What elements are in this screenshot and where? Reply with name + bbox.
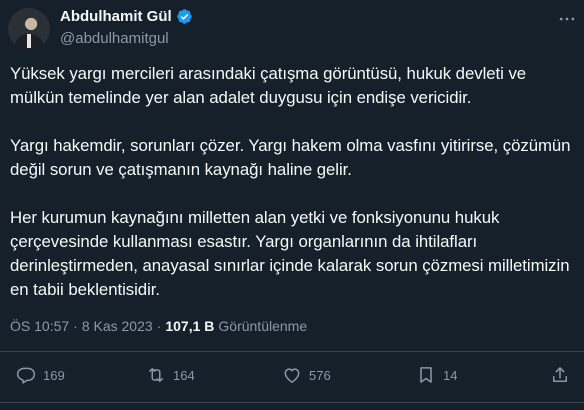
retweet-button[interactable]: 164 [146,365,195,385]
share-icon [553,367,567,382]
avatar-shirt [27,34,31,48]
tweet-time[interactable]: ÖS 10:57 [10,318,69,334]
reply-button[interactable]: 169 [16,365,65,385]
avatar[interactable] [8,8,50,50]
divider [0,402,584,403]
tweet-text: Yüksek yargı mercileri arasındaki çatışm… [10,62,575,326]
tweet-paragraph: Yargı hakemdir, sorunları çözer. Yargı h… [10,136,571,179]
tweet-meta: ÖS 10:57 · 8 Kas 2023 · 107,1 B Görüntül… [10,318,307,334]
reply-count: 169 [43,367,65,383]
bookmark-icon [420,367,432,383]
meta-separator: · [156,318,162,334]
author-handle[interactable]: @abdulhamitgul [60,30,169,47]
verified-badge-icon [176,8,193,25]
reply-icon [16,367,36,384]
tweet-paragraph: Her kurumun kaynağını milletten alan yet… [10,208,570,299]
meta-separator: · [73,318,78,334]
view-count: 107,1 B [165,318,215,334]
bookmark-button[interactable]: 14 [416,365,457,385]
tweet-paragraph: Yüksek yargı mercileri arasındaki çatışm… [10,64,527,107]
author-name-row: Abdulhamit Gül [60,8,193,25]
like-button[interactable]: 576 [282,365,331,385]
retweet-icon [149,368,163,382]
more-options-icon[interactable] [556,10,578,28]
bookmark-count: 14 [443,367,458,383]
view-label: Görüntülenme [218,318,308,334]
like-count: 576 [309,367,331,383]
share-button[interactable] [550,365,570,385]
action-bar: 169 164 576 14 [0,365,584,391]
tweet-date[interactable]: 8 Kas 2023 [82,318,153,334]
divider [0,351,584,352]
retweet-count: 164 [173,367,195,383]
heart-icon [284,368,300,383]
author-name[interactable]: Abdulhamit Gül [60,8,172,25]
